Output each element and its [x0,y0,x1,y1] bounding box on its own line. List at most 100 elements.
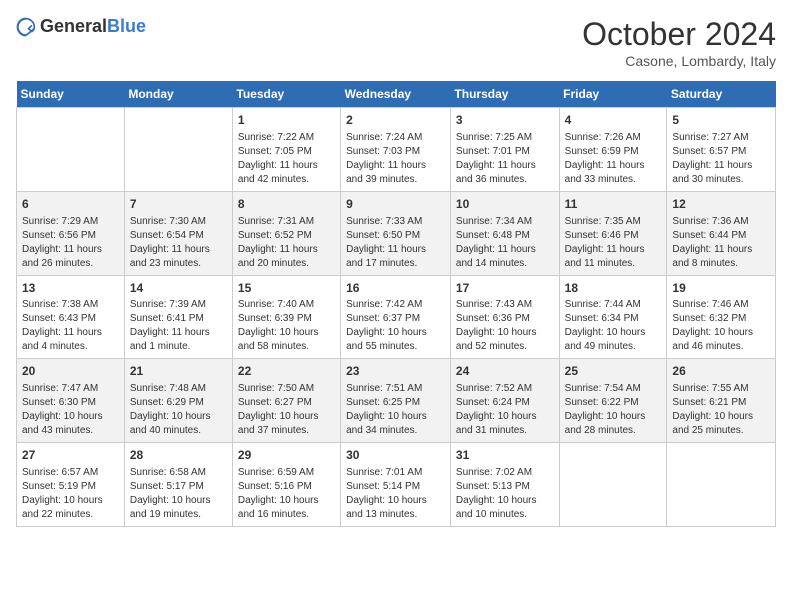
sunset-text: Sunset: 6:59 PM [565,145,662,159]
sunrise-text: Sunrise: 7:36 AM [672,215,770,229]
day-number: 11 [565,196,662,213]
daylight-text: Daylight: 10 hours and 37 minutes. [238,410,335,438]
sunset-text: Sunset: 7:05 PM [238,145,335,159]
weekday-header-monday: Monday [124,81,232,108]
calendar-week-row: 13Sunrise: 7:38 AMSunset: 6:43 PMDayligh… [17,275,776,359]
sunrise-text: Sunrise: 6:59 AM [238,466,335,480]
calendar-cell: 9Sunrise: 7:33 AMSunset: 6:50 PMDaylight… [341,191,451,275]
sunset-text: Sunset: 6:43 PM [22,312,119,326]
calendar-cell: 12 Sunrise: 7:36 AMSunset: 6:44 PMDayligh… [667,191,776,275]
daylight-text: Daylight: 11 hours and 39 minutes. [346,159,445,187]
calendar-cell: 27Sunrise: 6:57 AMSunset: 5:19 PMDayligh… [17,443,125,527]
daylight-text: Daylight: 10 hours and 16 minutes. [238,494,335,522]
calendar-cell: 16Sunrise: 7:42 AMSunset: 6:37 PMDayligh… [341,275,451,359]
weekday-header-wednesday: Wednesday [341,81,451,108]
sunrise-text: Sunrise: 7:52 AM [456,382,554,396]
day-number: 28 [130,447,227,464]
daylight-text: Daylight: 10 hours and 13 minutes. [346,494,445,522]
weekday-header-sunday: Sunday [17,81,125,108]
day-number: 26 [672,363,770,380]
sunrise-text: Sunrise: 6:58 AM [130,466,227,480]
day-number: 14 [130,280,227,297]
location: Casone, Lombardy, Italy [582,53,776,69]
sunrise-text: Sunrise: 7:40 AM [238,298,335,312]
calendar-table: SundayMondayTuesdayWednesdayThursdayFrid… [16,81,776,527]
day-number: 31 [456,447,554,464]
sunrise-text: Sunrise: 7:51 AM [346,382,445,396]
day-info: Sunrise: 6:58 AMSunset: 5:17 PMDaylight:… [130,466,227,522]
day-number: 30 [346,447,445,464]
page-header: GeneralBlue October 2024 Casone, Lombard… [16,16,776,69]
calendar-week-row: 6Sunrise: 7:29 AMSunset: 6:56 PMDaylight… [17,191,776,275]
weekday-header-saturday: Saturday [667,81,776,108]
calendar-week-row: 1 Sunrise: 7:22 AMSunset: 7:05 PMDaylight… [17,108,776,192]
day-info: Sunrise: 7:22 AMSunset: 7:05 PMDaylight:… [238,131,335,187]
calendar-cell: 19Sunrise: 7:46 AMSunset: 6:32 PMDayligh… [667,275,776,359]
sunrise-text: Sunrise: 7:47 AM [22,382,119,396]
day-info: Sunrise: 6:59 AMSunset: 5:16 PMDaylight:… [238,466,335,522]
sunrise-text: Sunrise: 7:43 AM [456,298,554,312]
daylight-text: Daylight: 11 hours and 8 minutes. [672,243,770,271]
sunrise-text: Sunrise: 7:35 AM [565,215,662,229]
day-number: 17 [456,280,554,297]
day-number: 4 [565,112,662,129]
day-info: Sunrise: 7:24 AMSunset: 7:03 PMDaylight:… [346,131,445,187]
daylight-text: Daylight: 10 hours and 22 minutes. [22,494,119,522]
weekday-header-tuesday: Tuesday [232,81,340,108]
day-number: 1 [238,112,335,129]
daylight-text: Daylight: 11 hours and 42 minutes. [238,159,335,187]
day-info: Sunrise: 7:50 AMSunset: 6:27 PMDaylight:… [238,382,335,438]
day-number: 16 [346,280,445,297]
day-number: 19 [672,280,770,297]
calendar-cell: 6Sunrise: 7:29 AMSunset: 6:56 PMDaylight… [17,191,125,275]
sunrise-text: Sunrise: 7:48 AM [130,382,227,396]
daylight-text: Daylight: 11 hours and 23 minutes. [130,243,227,271]
day-number: 9 [346,196,445,213]
day-number: 20 [22,363,119,380]
day-info: Sunrise: 7:51 AMSunset: 6:25 PMDaylight:… [346,382,445,438]
daylight-text: Daylight: 11 hours and 17 minutes. [346,243,445,271]
sunset-text: Sunset: 6:39 PM [238,312,335,326]
sunset-text: Sunset: 6:57 PM [672,145,770,159]
daylight-text: Daylight: 11 hours and 30 minutes. [672,159,770,187]
sunrise-text: Sunrise: 7:50 AM [238,382,335,396]
calendar-cell: 22Sunrise: 7:50 AMSunset: 6:27 PMDayligh… [232,359,340,443]
sunset-text: Sunset: 6:36 PM [456,312,554,326]
day-number: 12 [672,196,770,213]
sunset-text: Sunset: 6:37 PM [346,312,445,326]
day-number: 2 [346,112,445,129]
logo-icon [16,17,36,37]
calendar-cell [17,108,125,192]
day-number: 24 [456,363,554,380]
logo-general: General [40,16,107,36]
sunrise-text: Sunrise: 7:54 AM [565,382,662,396]
sunset-text: Sunset: 6:21 PM [672,396,770,410]
sunrise-text: Sunrise: 7:24 AM [346,131,445,145]
day-info: Sunrise: 7:52 AMSunset: 6:24 PMDaylight:… [456,382,554,438]
sunrise-text: Sunrise: 7:42 AM [346,298,445,312]
day-info: Sunrise: 7:26 AMSunset: 6:59 PMDaylight:… [565,131,662,187]
day-info: Sunrise: 7:42 AMSunset: 6:37 PMDaylight:… [346,298,445,354]
day-info: Sunrise: 7:27 AMSunset: 6:57 PMDaylight:… [672,131,770,187]
calendar-week-row: 27Sunrise: 6:57 AMSunset: 5:19 PMDayligh… [17,443,776,527]
calendar-cell: 28 Sunrise: 6:58 AMSunset: 5:17 PMDayligh… [124,443,232,527]
sunrise-text: Sunrise: 7:33 AM [346,215,445,229]
day-info: Sunrise: 7:36 AMSunset: 6:44 PMDaylight:… [672,215,770,271]
day-number: 8 [238,196,335,213]
day-number: 7 [130,196,227,213]
day-number: 21 [130,363,227,380]
sunrise-text: Sunrise: 7:27 AM [672,131,770,145]
day-info: Sunrise: 7:43 AMSunset: 6:36 PMDaylight:… [456,298,554,354]
calendar-cell: 30Sunrise: 7:01 AMSunset: 5:14 PMDayligh… [341,443,451,527]
day-number: 27 [22,447,119,464]
daylight-text: Daylight: 10 hours and 10 minutes. [456,494,554,522]
sunset-text: Sunset: 6:32 PM [672,312,770,326]
day-info: Sunrise: 7:29 AMSunset: 6:56 PMDaylight:… [22,215,119,271]
sunset-text: Sunset: 6:46 PM [565,229,662,243]
sunrise-text: Sunrise: 7:26 AM [565,131,662,145]
daylight-text: Daylight: 10 hours and 40 minutes. [130,410,227,438]
day-number: 10 [456,196,554,213]
daylight-text: Daylight: 10 hours and 34 minutes. [346,410,445,438]
sunset-text: Sunset: 6:22 PM [565,396,662,410]
day-info: Sunrise: 7:30 AMSunset: 6:54 PMDaylight:… [130,215,227,271]
